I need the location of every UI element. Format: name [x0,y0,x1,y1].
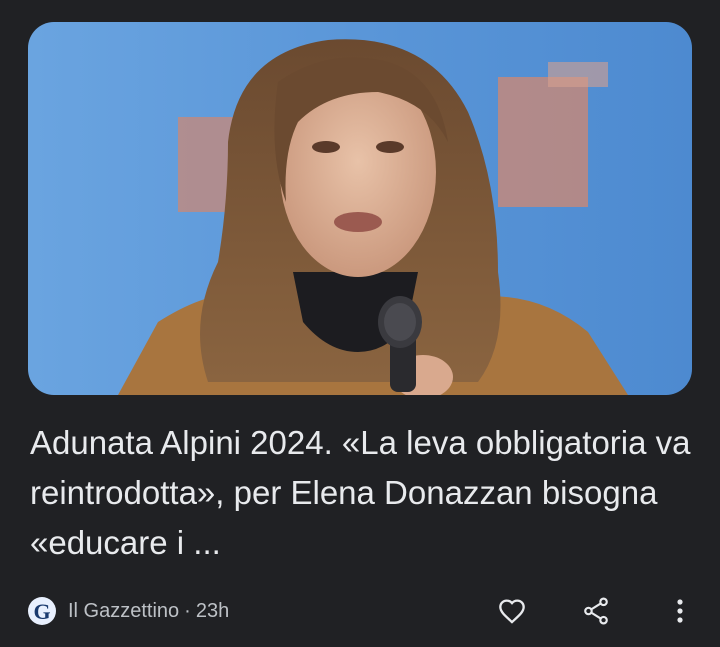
meta-separator: · [184,599,191,622]
share-button[interactable] [574,589,618,633]
card-actions [490,589,702,633]
article-age: 23h [195,599,230,622]
publisher-name: Il Gazzettino [68,599,180,622]
publisher-logo-letter: G [33,598,51,624]
news-card[interactable]: Adunata Alpini 2024. «La leva obbligator… [0,0,720,647]
article-image[interactable] [28,22,692,395]
article-headline[interactable]: Adunata Alpini 2024. «La leva obbligator… [30,418,700,568]
article-meta: G Il Gazzettino · 23h [28,591,229,631]
like-button[interactable] [490,589,534,633]
more-vert-icon [677,599,683,623]
share-icon [584,597,608,625]
heart-outline-icon [499,599,525,624]
more-options-button[interactable] [658,589,702,633]
article-photo [28,22,692,395]
publisher-logo: G [28,597,56,625]
